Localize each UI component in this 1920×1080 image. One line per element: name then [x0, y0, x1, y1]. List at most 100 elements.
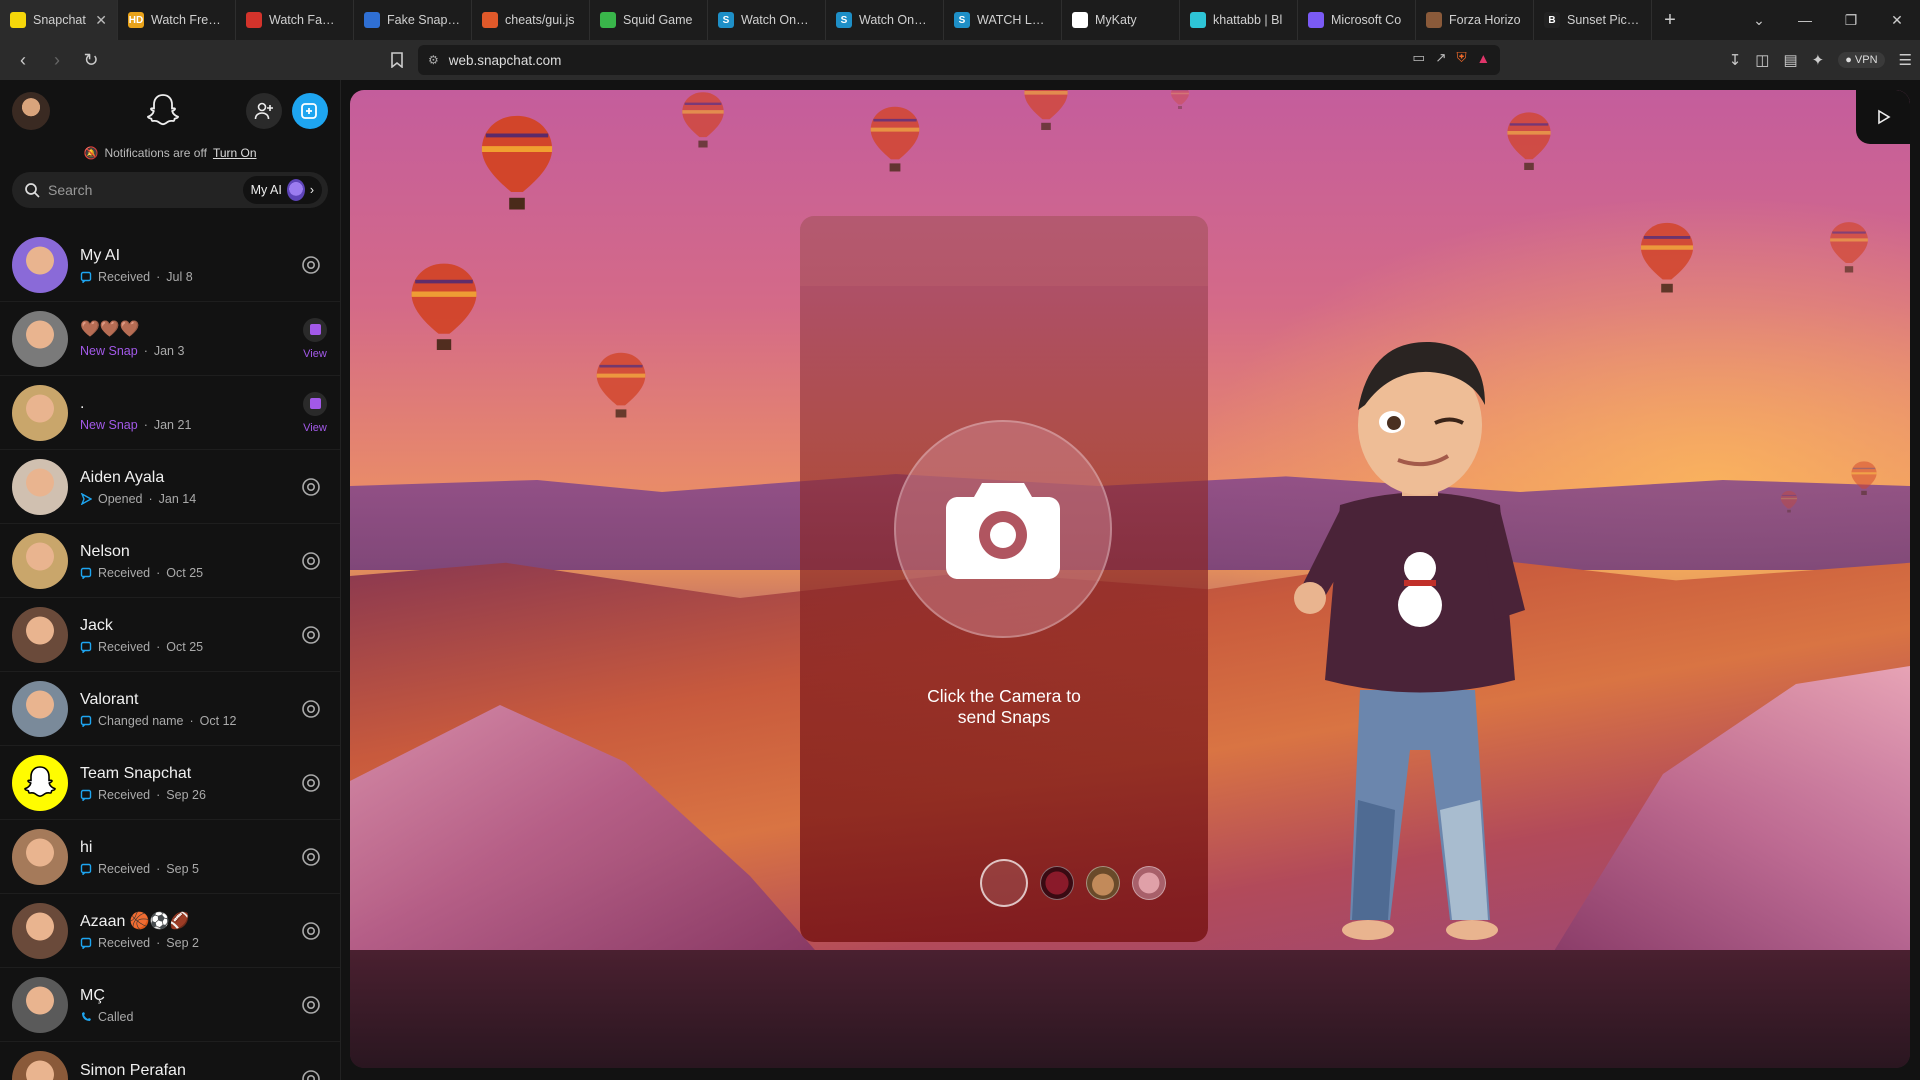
- close-window-button[interactable]: ✕: [1874, 0, 1920, 40]
- camera-reply-icon[interactable]: [301, 995, 321, 1015]
- browser-tab[interactable]: Watch Family: [236, 0, 354, 40]
- chat-name: Simon Perafan: [80, 1061, 186, 1079]
- chat-bubble-icon: [80, 789, 92, 801]
- minimize-button[interactable]: —: [1782, 0, 1828, 40]
- browser-tab[interactable]: Snapchat ✕: [0, 0, 118, 40]
- download-icon[interactable]: ↧: [1729, 51, 1742, 69]
- camera-reply-icon[interactable]: [301, 1069, 321, 1080]
- browser-tab[interactable]: Microsoft Co: [1298, 0, 1416, 40]
- forward-icon[interactable]: ›: [42, 45, 72, 75]
- back-icon[interactable]: ‹: [8, 45, 38, 75]
- chevron-right-icon: ›: [309, 183, 314, 197]
- url-bar[interactable]: ⚙ web.snapchat.com ▭ ↗ ⛨ ▲: [418, 45, 1500, 75]
- chat-status: Received · Sep 5: [80, 862, 329, 876]
- phone-icon: [82, 1011, 91, 1021]
- search-icon: [25, 183, 40, 198]
- play-button[interactable]: [1856, 90, 1910, 144]
- new-tab-button[interactable]: +: [1652, 0, 1688, 40]
- camera-reply-icon[interactable]: [301, 255, 321, 275]
- browser-tab[interactable]: S Watch One-P: [826, 0, 944, 40]
- snapchat-ghost-icon[interactable]: [145, 92, 181, 130]
- chat-status-text: Received: [98, 935, 151, 950]
- browser-tab[interactable]: Forza Horizo: [1416, 0, 1534, 40]
- chat-row[interactable]: Valorant Changed name · Oct 12: [0, 672, 340, 746]
- chat-status-text: Received: [98, 565, 151, 580]
- profile-avatar[interactable]: [12, 92, 50, 130]
- chat-row[interactable]: Azaan 🏀⚽🏈 Received · Sep 2: [0, 894, 340, 968]
- view-snap-button[interactable]: View: [303, 317, 327, 360]
- hot-air-balloon: [1171, 90, 1189, 109]
- turn-on-link[interactable]: Turn On: [213, 146, 257, 160]
- hot-air-balloon: [1830, 222, 1868, 273]
- tab-favicon-icon: [1308, 12, 1324, 28]
- url-text[interactable]: web.snapchat.com: [449, 53, 562, 68]
- tab-title: WATCH LEGO: [977, 13, 1051, 27]
- camera-reply-icon[interactable]: [301, 625, 321, 645]
- vpn-button[interactable]: ● VPN: [1838, 52, 1885, 68]
- reload-icon[interactable]: ↻: [76, 45, 106, 75]
- site-settings-icon[interactable]: ⚙: [428, 53, 439, 67]
- browser-tab[interactable]: MyKaty: [1062, 0, 1180, 40]
- camera-reply-icon[interactable]: [301, 847, 321, 867]
- tab-title: Watch One-P: [859, 13, 933, 27]
- brave-shield-icon[interactable]: ⛨: [1457, 50, 1467, 66]
- tab-favicon-icon: HD: [128, 12, 144, 28]
- chat-status-text: Called: [98, 1009, 134, 1024]
- camera-reply-icon[interactable]: [301, 551, 321, 571]
- new-snap-indicator-icon: [303, 317, 327, 342]
- browser-tab[interactable]: S WATCH LEGO: [944, 0, 1062, 40]
- chat-row[interactable]: Team Snapchat Received · Sep 26: [0, 746, 340, 820]
- view-snap-button[interactable]: View: [303, 391, 327, 434]
- chat-date: Sep 5: [166, 861, 199, 876]
- my-ai-chip[interactable]: My AI ›: [242, 176, 322, 204]
- menu-icon[interactable]: ☰: [1899, 51, 1912, 69]
- browser-tab[interactable]: Fake Snapcha: [354, 0, 472, 40]
- chat-status-text: Received: [98, 861, 151, 876]
- camera-capture-button[interactable]: [894, 420, 1112, 638]
- camera-reply-icon[interactable]: [301, 773, 321, 793]
- camera-reply-icon[interactable]: [301, 921, 321, 941]
- lens-devil[interactable]: [1040, 866, 1074, 900]
- browser-tab[interactable]: S Watch One-P: [708, 0, 826, 40]
- chat-row[interactable]: MÇ Called: [0, 968, 340, 1042]
- chat-info: MÇ Called: [80, 986, 329, 1024]
- my-ai-chip-label: My AI: [250, 183, 282, 197]
- chat-row[interactable]: My AI Received · Jul 8: [0, 228, 340, 302]
- close-tab-icon[interactable]: ✕: [95, 12, 107, 29]
- browser-tab[interactable]: khattabb | Bl: [1180, 0, 1298, 40]
- chat-row[interactable]: Aiden Ayala Opened · Jan 14: [0, 450, 340, 524]
- camera-reply-icon[interactable]: [301, 699, 321, 719]
- cast-icon[interactable]: ▭: [1412, 50, 1425, 66]
- tab-search-chevron-icon[interactable]: ⌄: [1736, 0, 1782, 40]
- sidebar-toggle-icon[interactable]: ◫: [1755, 51, 1769, 69]
- bookmark-icon[interactable]: [382, 45, 412, 75]
- leo-ai-icon[interactable]: ✦: [1812, 51, 1825, 69]
- add-friend-button[interactable]: [246, 93, 282, 129]
- brave-rewards-icon[interactable]: ▲: [1477, 51, 1490, 66]
- address-toolbar: ‹ › ↻ ⚙ web.snapchat.com ▭ ↗ ⛨ ▲ ↧ ◫ ▤ ✦…: [0, 40, 1920, 80]
- tab-favicon-icon: S: [954, 12, 970, 28]
- tab-title: Watch One-P: [741, 13, 815, 27]
- new-chat-button[interactable]: [292, 93, 328, 129]
- lens-face[interactable]: [1086, 866, 1120, 900]
- search-bar[interactable]: Search My AI ›: [12, 172, 328, 208]
- browser-tab[interactable]: Squid Game: [590, 0, 708, 40]
- chat-status: Opened · Jan 14: [80, 492, 329, 506]
- lens-bear[interactable]: [1132, 866, 1166, 900]
- wallet-icon[interactable]: ▤: [1783, 51, 1797, 69]
- lens-none[interactable]: [980, 859, 1028, 907]
- chat-row[interactable]: Jack Received · Oct 25: [0, 598, 340, 672]
- restore-button[interactable]: ❐: [1828, 0, 1874, 40]
- share-icon[interactable]: ↗: [1435, 50, 1446, 66]
- browser-tab[interactable]: B Sunset Pictur: [1534, 0, 1652, 40]
- browser-tab[interactable]: cheats/gui.js: [472, 0, 590, 40]
- camera-reply-icon[interactable]: [301, 477, 321, 497]
- chat-row[interactable]: 🤎🤎🤎 New Snap · Jan 3 View: [0, 302, 340, 376]
- bitmoji-avatar: [1294, 341, 1525, 940]
- chat-row[interactable]: Nelson Received · Oct 25: [0, 524, 340, 598]
- browser-tab[interactable]: HD Watch Free B: [118, 0, 236, 40]
- search-input[interactable]: Search: [48, 182, 235, 198]
- chat-row[interactable]: . New Snap · Jan 21 View: [0, 376, 340, 450]
- chat-row[interactable]: hi Received · Sep 5: [0, 820, 340, 894]
- chat-row[interactable]: Simon Perafan: [0, 1042, 340, 1080]
